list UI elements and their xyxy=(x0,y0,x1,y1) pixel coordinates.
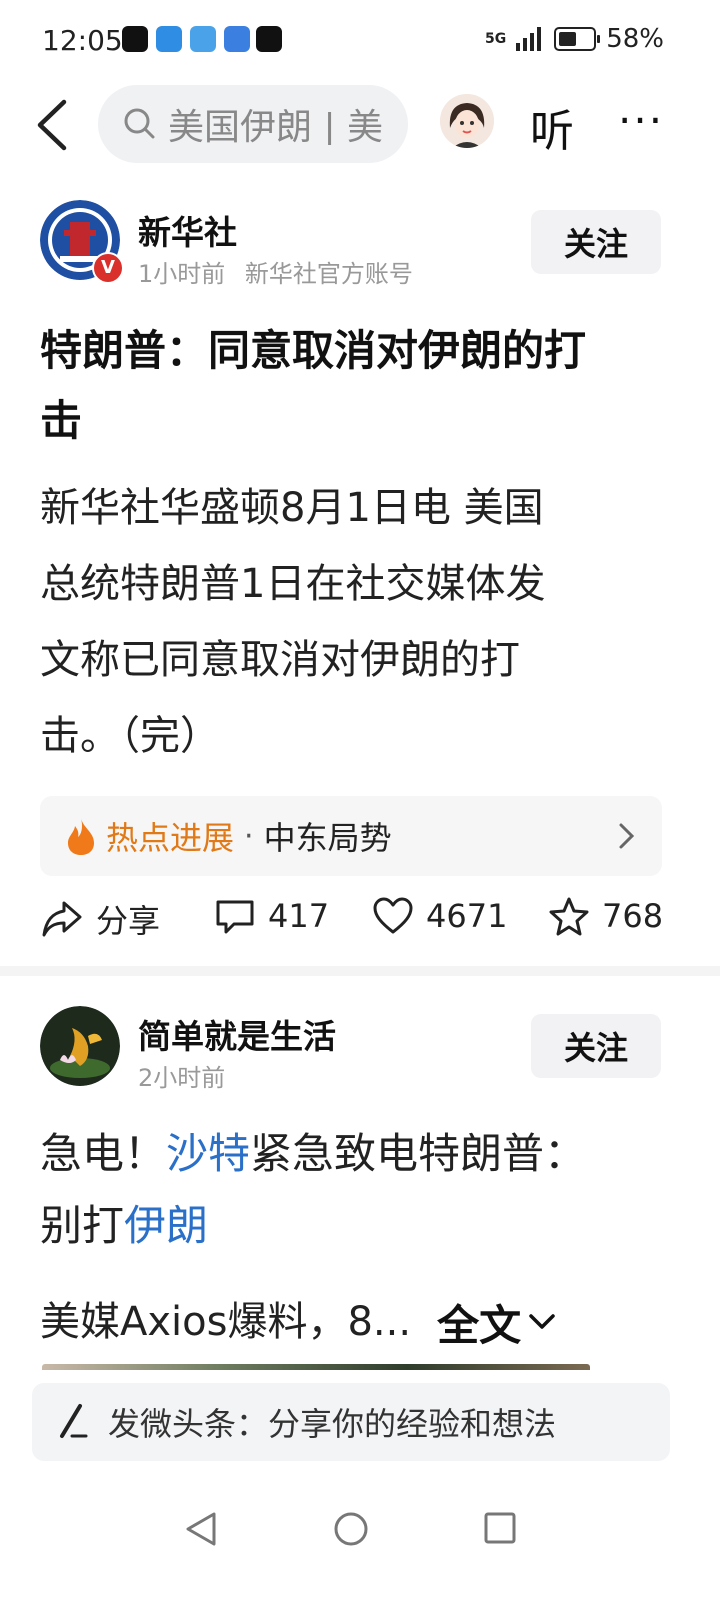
weather-app-icon xyxy=(190,26,216,52)
chevron-right-icon xyxy=(619,823,635,849)
browser-app-icon xyxy=(224,26,250,52)
verified-badge: V xyxy=(92,252,124,284)
topic-label: 热点进展 xyxy=(106,819,235,857)
post-snippet: 美媒Axios爆料，8... xyxy=(40,1299,412,1345)
post-composer[interactable]: 发微头条：分享你的经验和想法 xyxy=(32,1383,670,1461)
listen-button[interactable]: 听 xyxy=(530,95,574,159)
feed-divider xyxy=(0,966,720,976)
post-body[interactable]: 新华社华盛顿8月1日电 美国 总统特朗普1日在社交媒体发 文称已同意取消对伊朗的… xyxy=(40,470,680,774)
author-name[interactable]: 新华社 xyxy=(138,206,237,254)
user-avatar[interactable] xyxy=(440,94,494,148)
full-text-label: 全文 xyxy=(437,1300,522,1350)
post-snippet-row: 美媒Axios爆料，8... 全文 xyxy=(40,1284,680,1360)
search-icon xyxy=(124,108,155,139)
body-line: 新华社华盛顿8月1日电 美国 xyxy=(40,485,544,531)
hot-topic-card[interactable]: 热点进展 · 中东局势 xyxy=(40,796,662,876)
share-button[interactable]: 分享 xyxy=(40,896,160,942)
post-meta: 1小时前 新华社官方账号 xyxy=(138,254,413,289)
topic-link-iran[interactable]: 伊朗 xyxy=(124,1201,208,1250)
account-desc: 新华社官方账号 xyxy=(244,260,413,288)
heart-icon xyxy=(373,897,413,934)
like-count: 4671 xyxy=(426,897,508,935)
flame-icon xyxy=(68,818,94,855)
headline-line: 特朗普：同意取消对伊朗的打 xyxy=(40,326,587,375)
body-line: 总统特朗普1日在社交媒体发 xyxy=(40,561,546,607)
post-headline[interactable]: 特朗普：同意取消对伊朗的打 击 xyxy=(40,316,680,456)
headline-line: 击 xyxy=(40,396,83,445)
favorite-count: 768 xyxy=(602,897,664,935)
comment-button[interactable]: 417 xyxy=(214,896,329,936)
follow-button[interactable]: 关注 xyxy=(531,1014,661,1078)
more-button[interactable]: ··· xyxy=(618,96,664,145)
topic-separator: · xyxy=(244,818,254,854)
share-label: 分享 xyxy=(96,902,161,940)
status-time: 12:05 xyxy=(42,24,123,57)
title-line-2: 别打伊朗 xyxy=(40,1190,680,1262)
post-time: 2小时前 xyxy=(138,1064,226,1092)
title-text: 紧急致电特朗普： xyxy=(250,1129,587,1178)
pen-icon xyxy=(60,1404,88,1438)
title-text: 别打 xyxy=(40,1201,125,1250)
back-button[interactable] xyxy=(34,98,74,152)
system-recents-button[interactable] xyxy=(482,1510,518,1550)
battery-icon xyxy=(554,27,601,51)
comment-count: 417 xyxy=(268,897,330,935)
author-name[interactable]: 简单就是生活 xyxy=(138,1010,336,1058)
favorite-button[interactable]: 768 xyxy=(548,896,663,936)
avatar-icon xyxy=(440,94,494,148)
star-icon xyxy=(549,897,589,936)
share-icon xyxy=(42,901,82,937)
post-time: 1小时前 xyxy=(138,260,226,288)
battery-percent: 58% xyxy=(606,24,664,54)
system-back-button[interactable] xyxy=(184,1510,218,1552)
square-recents-icon xyxy=(484,1512,516,1544)
network-label: 5G xyxy=(484,31,507,47)
topic-text: 中东局势 xyxy=(263,819,392,857)
post-image-edge xyxy=(42,1364,590,1370)
chevron-down-icon xyxy=(529,1314,555,1329)
search-input[interactable] xyxy=(168,103,398,145)
triangle-back-icon xyxy=(186,1512,216,1546)
status-indicators: 5G 58% xyxy=(485,24,664,54)
like-button[interactable]: 4671 xyxy=(372,896,507,936)
system-home-button[interactable] xyxy=(332,1510,370,1552)
reader-app-icon xyxy=(156,26,182,52)
verified-badge-label: V xyxy=(101,257,115,278)
author-avatar[interactable] xyxy=(40,1006,120,1086)
post-title[interactable]: 急电！沙特紧急致电特朗普： 别打伊朗 xyxy=(40,1118,680,1262)
follow-button[interactable]: 关注 xyxy=(531,210,661,274)
full-text-button[interactable]: 全文 xyxy=(437,1292,557,1353)
topic-link-saudi[interactable]: 沙特 xyxy=(166,1129,250,1178)
title-line-1: 急电！沙特紧急致电特朗普： xyxy=(40,1118,680,1190)
composer-placeholder: 发微头条：分享你的经验和想法 xyxy=(108,1405,557,1443)
comment-icon xyxy=(216,900,254,934)
tiktok-app-icon xyxy=(256,26,282,52)
circle-home-icon xyxy=(334,1512,368,1546)
koi-lotus-avatar-icon xyxy=(40,1006,120,1086)
title-text: 急电！ xyxy=(40,1129,167,1178)
tiktok-app-icon xyxy=(122,26,148,52)
signal-icon xyxy=(516,27,542,51)
body-line: 击。（完） xyxy=(40,713,220,759)
search-bar[interactable] xyxy=(98,85,408,163)
chevron-left-icon xyxy=(37,99,67,151)
body-line: 文称已同意取消对伊朗的打 xyxy=(40,637,520,683)
